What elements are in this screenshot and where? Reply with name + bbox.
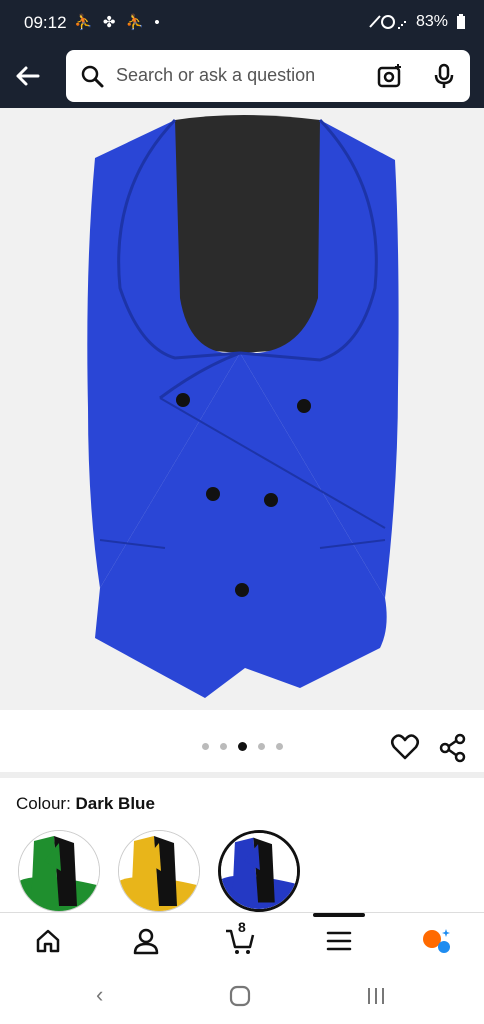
swatch-yellow[interactable] [118,830,200,912]
system-back-icon[interactable]: ‹ [96,982,103,1008]
page-dot[interactable] [258,743,265,750]
search-bar[interactable]: Search or ask a question [66,50,470,102]
green-vest-thumbnail [19,831,99,911]
colour-prefix: Colour: [16,794,76,813]
swatch-green[interactable] [18,830,100,912]
back-arrow-icon[interactable] [10,58,46,94]
menu-icon[interactable] [323,925,355,957]
blue-vest-thumbnail [221,833,297,909]
account-icon[interactable] [130,925,162,957]
system-home-icon[interactable] [229,985,251,1007]
status-bar: 09:12 ⛹ ✤ ⛹ • 83% [0,0,484,44]
system-recents-icon[interactable] [366,986,386,1006]
wifi-icon [369,15,406,29]
page-dot[interactable] [202,743,209,750]
section-divider [0,772,484,778]
yellow-vest-thumbnail [119,831,199,911]
colour-value: Dark Blue [75,794,155,813]
page-dot[interactable] [276,743,283,750]
product-image[interactable] [0,108,484,710]
status-time: 09:12 [24,13,67,32]
top-bar: Search or ask a question [0,44,484,108]
swatch-dark-blue[interactable] [218,830,300,912]
battery-icon [457,14,465,29]
cart-count: 8 [238,919,246,935]
search-icon [81,65,104,88]
nav-active-indicator [313,913,365,917]
page-dot[interactable] [220,743,227,750]
camera-search-icon[interactable] [376,62,404,90]
vest-image [87,115,399,698]
heart-icon[interactable] [390,733,420,761]
battery-percent: 83% [415,13,448,30]
share-icon[interactable] [438,733,468,763]
colour-label: Colour: Dark Blue [16,794,155,814]
status-right: 83% [368,13,466,31]
page-dot-active[interactable] [238,742,247,751]
microphone-icon[interactable] [430,62,458,90]
status-notification-icons: ⛹ ✤ ⛹ • [74,14,163,31]
system-nav-bar: ‹ [0,968,484,1024]
assistant-icon[interactable] [420,925,452,957]
search-input[interactable]: Search or ask a question [116,65,315,86]
bottom-nav: 8 [0,912,484,968]
home-icon[interactable] [32,925,64,957]
